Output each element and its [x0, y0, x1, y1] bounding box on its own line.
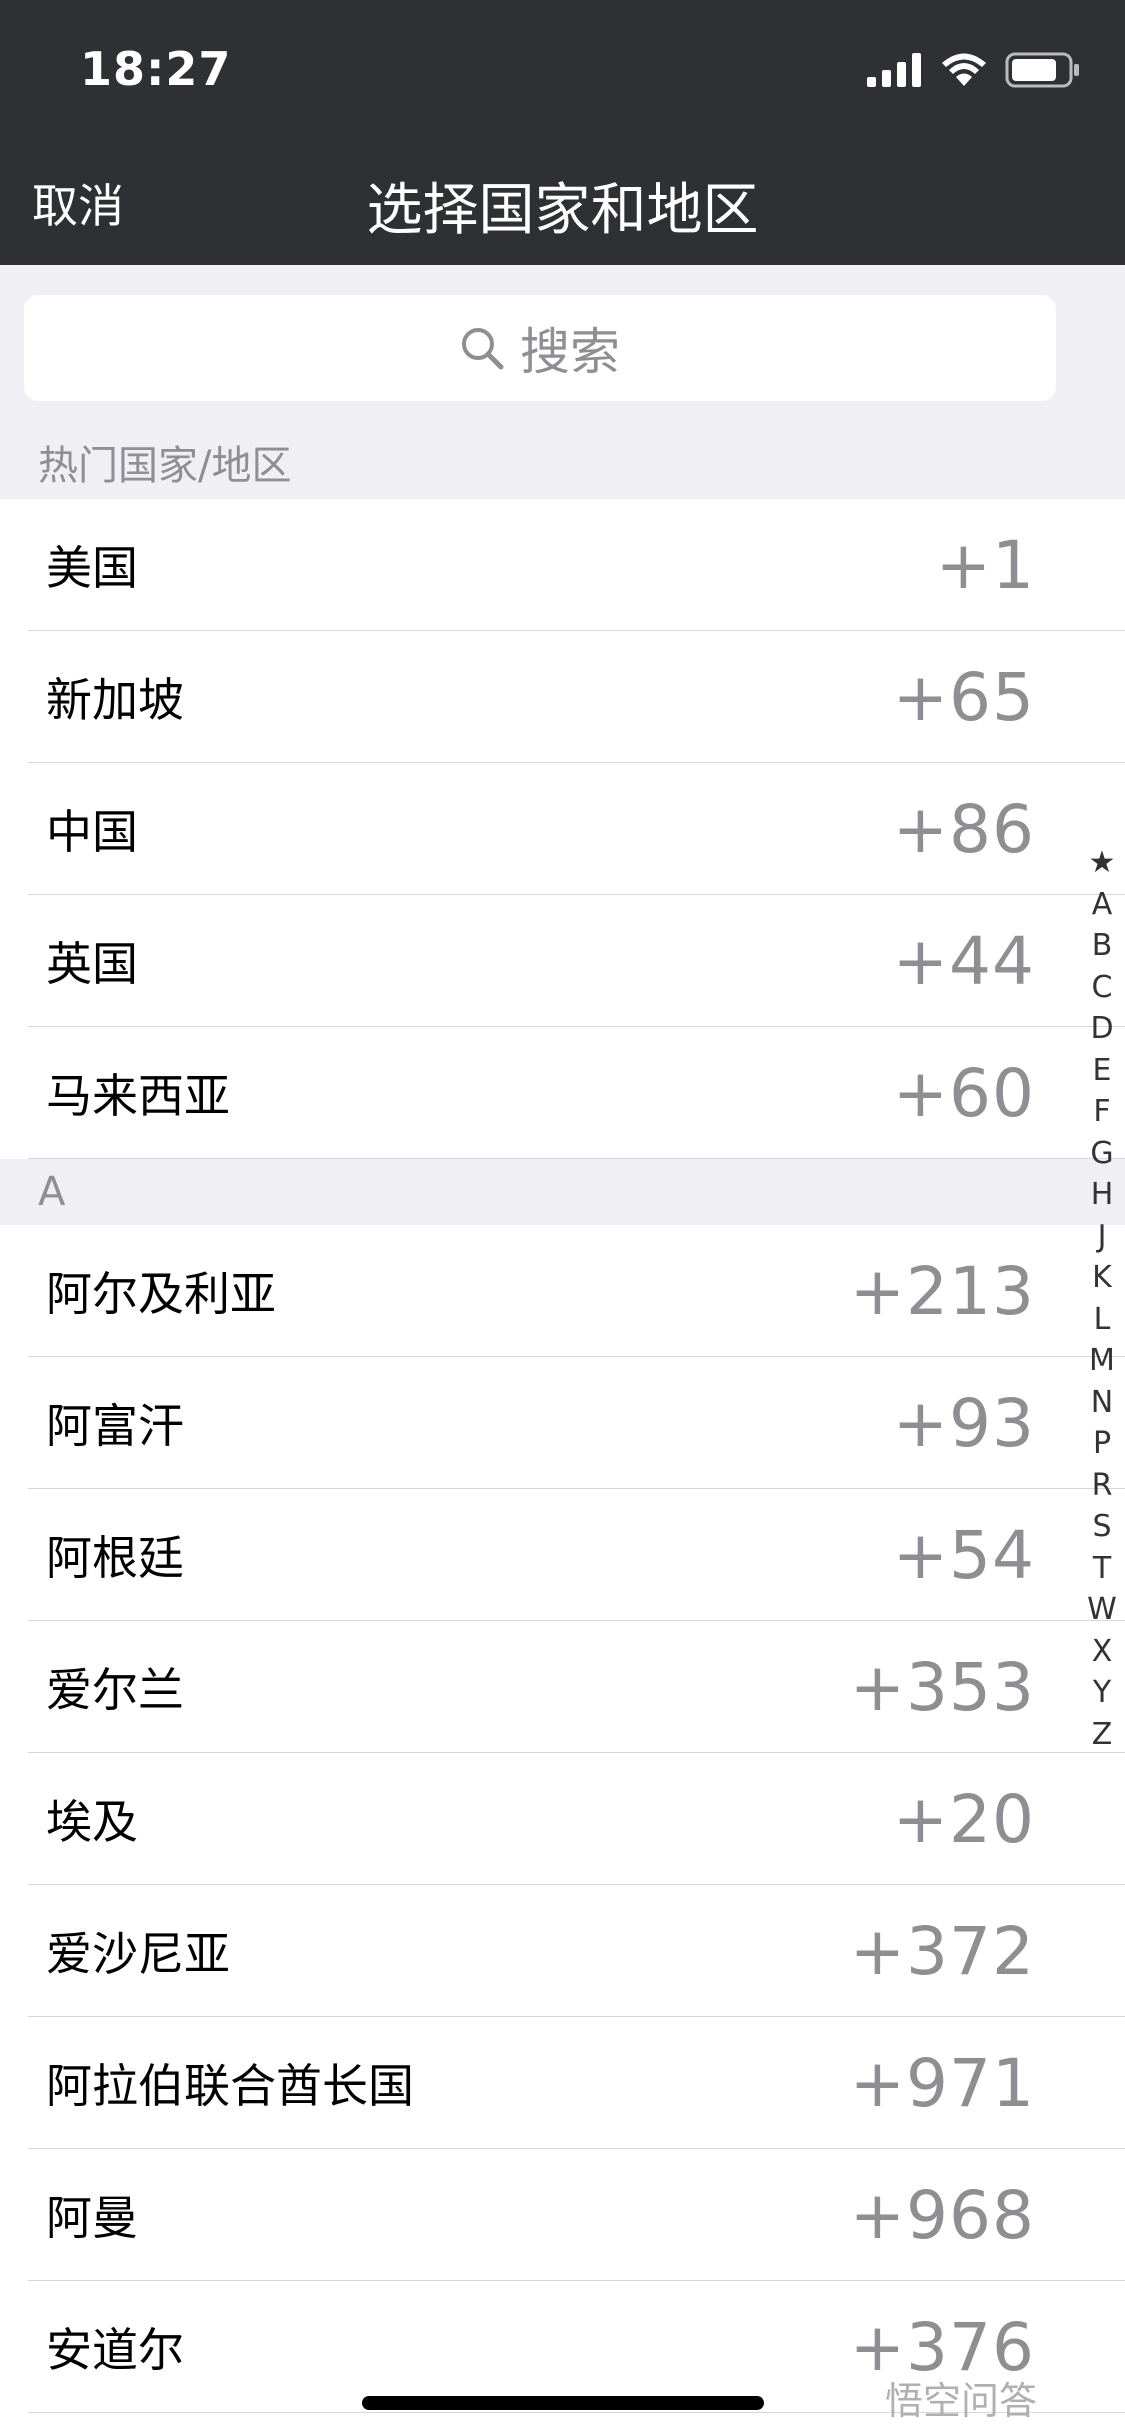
index-letter[interactable]: E [1093, 1050, 1112, 1092]
country-row[interactable]: 阿尔及利亚 +213 [0, 1225, 1125, 1357]
country-row[interactable]: 阿曼 +968 [0, 2149, 1125, 2281]
country-name: 阿曼 [46, 2191, 138, 2245]
dial-code: +54 [892, 1516, 1035, 1594]
dial-code: +353 [849, 1648, 1035, 1726]
country-name: 阿富汗 [46, 1399, 184, 1453]
country-row[interactable]: 马来西亚 +60 [0, 1027, 1125, 1159]
battery-icon [1005, 52, 1079, 88]
watermark: 悟空问答 [885, 2379, 1038, 2423]
section-a-country-list: 阿尔及利亚 +213 阿富汗 +93 阿根廷 +54 爱尔兰 +353 埃及 +… [0, 1225, 1125, 2413]
dial-code: +65 [892, 658, 1035, 736]
wifi-icon [942, 53, 986, 86]
dial-code: +20 [892, 1780, 1035, 1858]
country-name: 阿拉伯联合酋长国 [46, 2059, 414, 2113]
country-name: 中国 [46, 805, 138, 859]
section-header-popular: 热门国家/地区 [0, 433, 1125, 499]
country-row[interactable]: 爱尔兰 +353 [0, 1621, 1125, 1753]
country-row[interactable]: 阿富汗 +93 [0, 1357, 1125, 1489]
index-letter[interactable]: Y [1093, 1672, 1111, 1714]
dial-code: +1 [935, 526, 1035, 604]
country-name: 爱沙尼亚 [46, 1927, 230, 1981]
search-placeholder: 搜索 [520, 323, 620, 381]
index-letter[interactable]: R [1092, 1465, 1113, 1507]
index-letter[interactable]: T [1093, 1548, 1111, 1590]
search-input[interactable]: 搜索 [24, 295, 1056, 401]
index-letter[interactable]: M [1089, 1340, 1115, 1382]
index-letter[interactable]: B [1092, 925, 1113, 967]
cellular-signal-icon [867, 53, 921, 87]
dial-code: +968 [849, 2176, 1035, 2254]
index-letter[interactable]: X [1092, 1631, 1113, 1673]
cancel-button[interactable]: 取消 [32, 170, 124, 236]
index-letter[interactable]: A [1092, 884, 1113, 926]
index-letter[interactable]: L [1094, 1299, 1111, 1341]
country-row[interactable]: 阿拉伯联合酋长国 +971 [0, 2017, 1125, 2149]
dial-code: +93 [892, 1384, 1035, 1462]
popular-country-list: 美国 +1 新加坡 +65 中国 +86 英国 +44 马来西亚 +60 [0, 499, 1125, 1159]
index-letter[interactable]: S [1092, 1506, 1111, 1548]
index-star[interactable]: ★ [1089, 842, 1116, 884]
navigation-header: 18:27 取消 选择国家和地区 [0, 0, 1125, 265]
section-header-a: A [0, 1159, 1125, 1225]
country-name: 英国 [46, 937, 138, 991]
page-title: 选择国家和地区 [366, 178, 759, 243]
country-row[interactable]: 新加坡 +65 [0, 631, 1125, 763]
country-name: 新加坡 [46, 673, 184, 727]
search-area: 搜索 [0, 265, 1125, 433]
dial-code: +971 [849, 2044, 1035, 2122]
country-row[interactable]: 英国 +44 [0, 895, 1125, 1027]
status-icons [867, 52, 1081, 88]
country-row[interactable]: 爱沙尼亚 +372 [0, 1885, 1125, 2017]
country-row[interactable]: 阿根廷 +54 [0, 1489, 1125, 1621]
index-letter[interactable]: D [1090, 1008, 1113, 1050]
alphabet-index-bar[interactable]: ★ A B C D E F G H J K L M N P R S T W X … [1082, 842, 1122, 1755]
index-letter[interactable]: P [1093, 1423, 1111, 1465]
country-row[interactable]: 埃及 +20 [0, 1753, 1125, 1885]
index-letter[interactable]: G [1090, 1133, 1113, 1175]
index-letter[interactable]: J [1098, 1216, 1107, 1258]
country-name: 阿根廷 [46, 1531, 184, 1585]
country-row[interactable]: 中国 +86 [0, 763, 1125, 895]
country-name: 爱尔兰 [46, 1663, 184, 1717]
dial-code: +44 [892, 922, 1035, 1000]
country-name: 美国 [46, 541, 138, 595]
index-letter[interactable]: W [1087, 1589, 1117, 1631]
index-letter[interactable]: Z [1092, 1714, 1113, 1756]
index-letter[interactable]: F [1093, 1091, 1110, 1133]
dial-code: +213 [849, 1252, 1035, 1330]
country-name: 埃及 [46, 1795, 138, 1849]
search-icon [462, 328, 504, 370]
country-row[interactable]: 美国 +1 [0, 499, 1125, 631]
index-letter[interactable]: C [1092, 967, 1113, 1009]
dial-code: +86 [892, 790, 1035, 868]
dial-code: +372 [849, 1912, 1035, 1990]
index-letter[interactable]: H [1091, 1174, 1114, 1216]
country-name: 安道尔 [46, 2323, 184, 2377]
index-letter[interactable]: N [1091, 1382, 1113, 1424]
dial-code: +60 [892, 1054, 1035, 1132]
country-name: 马来西亚 [46, 1069, 230, 1123]
index-letter[interactable]: K [1092, 1257, 1112, 1299]
home-indicator[interactable] [362, 2396, 764, 2410]
status-time: 18:27 [80, 42, 232, 96]
country-name: 阿尔及利亚 [46, 1267, 276, 1321]
